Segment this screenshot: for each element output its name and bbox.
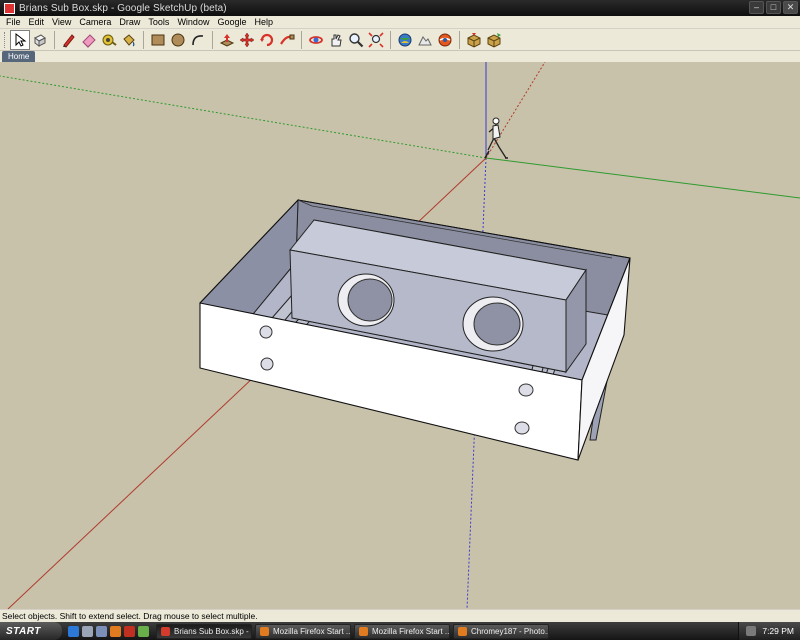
zoom-icon[interactable] — [346, 30, 366, 50]
status-bar: Select objects. Shift to extend select. … — [0, 609, 800, 622]
tape-measure-icon[interactable] — [99, 30, 119, 50]
task-photobucket[interactable]: Chromey187 - Photo... — [453, 623, 549, 639]
volume-icon[interactable] — [746, 626, 757, 636]
green-axis-negative — [0, 75, 487, 159]
task-firefox-2[interactable]: Mozilla Firefox Start ... — [354, 623, 450, 639]
media-icon[interactable] — [124, 625, 135, 637]
status-text: Select objects. Shift to extend select. … — [2, 611, 258, 621]
red-axis-negative — [485, 62, 546, 159]
eraser-icon[interactable] — [79, 30, 99, 50]
scene-canvas — [0, 62, 800, 609]
get-current-view-icon[interactable] — [395, 30, 415, 50]
minimize-button[interactable]: – — [749, 1, 764, 14]
modeling-viewport[interactable] — [0, 62, 800, 609]
window-title: Brians Sub Box.skp - Google SketchUp (be… — [19, 2, 227, 14]
toolbar-separator — [54, 30, 55, 49]
quick-launch — [62, 625, 153, 637]
sketchup-app-icon — [4, 2, 15, 14]
select-icon[interactable] — [10, 29, 30, 50]
scene-tabs: Home — [0, 51, 800, 62]
explorer-icon[interactable] — [82, 625, 93, 637]
menu-google[interactable]: Google — [213, 17, 250, 27]
toolbar-separator — [143, 30, 144, 49]
menu-draw[interactable]: Draw — [115, 17, 144, 27]
push-pull-icon[interactable] — [217, 30, 237, 50]
system-tray: 7:29 PM — [738, 622, 800, 640]
start-button[interactable]: START — [0, 622, 62, 640]
toolbar-grip[interactable] — [4, 31, 7, 48]
arc-icon[interactable] — [188, 30, 208, 50]
toolbar-separator — [301, 30, 302, 49]
pan-icon[interactable] — [326, 30, 346, 50]
close-button[interactable]: ✕ — [783, 1, 798, 14]
share-model-icon[interactable] — [484, 30, 504, 50]
toolbar — [0, 29, 800, 51]
menu-bar: File Edit View Camera Draw Tools Window … — [0, 16, 800, 29]
messenger-icon[interactable] — [138, 625, 149, 637]
task-label: Mozilla Firefox Start ... — [372, 626, 450, 636]
rotate-icon[interactable] — [257, 30, 277, 50]
menu-tools[interactable]: Tools — [144, 17, 173, 27]
title-bar: Brians Sub Box.skp - Google SketchUp (be… — [0, 0, 800, 16]
circle-icon[interactable] — [168, 30, 188, 50]
desktop-icon[interactable] — [96, 625, 107, 637]
firefox-task-icon — [458, 626, 467, 636]
menu-edit[interactable]: Edit — [25, 17, 49, 27]
move-icon[interactable] — [237, 30, 257, 50]
toggle-terrain-icon[interactable] — [415, 30, 435, 50]
menu-camera[interactable]: Camera — [75, 17, 115, 27]
toolbar-separator — [212, 30, 213, 49]
task-label: Mozilla Firefox Start ... — [273, 626, 351, 636]
clock: 7:29 PM — [762, 626, 794, 636]
sketchup-task-icon — [161, 626, 170, 636]
place-model-icon[interactable] — [435, 30, 455, 50]
menu-view[interactable]: View — [48, 17, 75, 27]
window-controls: – □ ✕ — [749, 1, 798, 14]
ie-icon[interactable] — [68, 625, 79, 637]
menu-help[interactable]: Help — [250, 17, 277, 27]
sub-box-model[interactable] — [199, 198, 631, 461]
task-firefox-1[interactable]: Mozilla Firefox Start ... — [255, 623, 351, 639]
green-axis — [485, 157, 800, 199]
maximize-button[interactable]: □ — [766, 1, 781, 14]
menu-file[interactable]: File — [2, 17, 25, 27]
start-label: START — [6, 625, 41, 637]
rectangle-icon[interactable] — [148, 30, 168, 50]
menu-window[interactable]: Window — [173, 17, 213, 27]
make-component-icon[interactable] — [30, 30, 50, 50]
toolbar-separator — [459, 30, 460, 49]
paint-bucket-icon[interactable] — [119, 30, 139, 50]
scale-figure — [484, 117, 508, 159]
firefox-icon[interactable] — [110, 625, 121, 637]
task-label: Chromey187 - Photo... — [471, 626, 549, 636]
toolbar-separator — [390, 30, 391, 49]
orbit-icon[interactable] — [306, 30, 326, 50]
zoom-extents-icon[interactable] — [366, 30, 386, 50]
scene-tab-home[interactable]: Home — [2, 51, 36, 62]
pencil-icon[interactable] — [59, 30, 79, 50]
firefox-task-icon — [359, 626, 368, 636]
task-label: Brians Sub Box.skp - ... — [174, 626, 252, 636]
get-models-icon[interactable] — [464, 30, 484, 50]
follow-me-icon[interactable] — [277, 30, 297, 50]
task-sketchup[interactable]: Brians Sub Box.skp - ... — [156, 623, 252, 639]
taskbar: START Brians Sub Box.skp - ... Mozilla F… — [0, 622, 800, 640]
firefox-task-icon — [260, 626, 269, 636]
